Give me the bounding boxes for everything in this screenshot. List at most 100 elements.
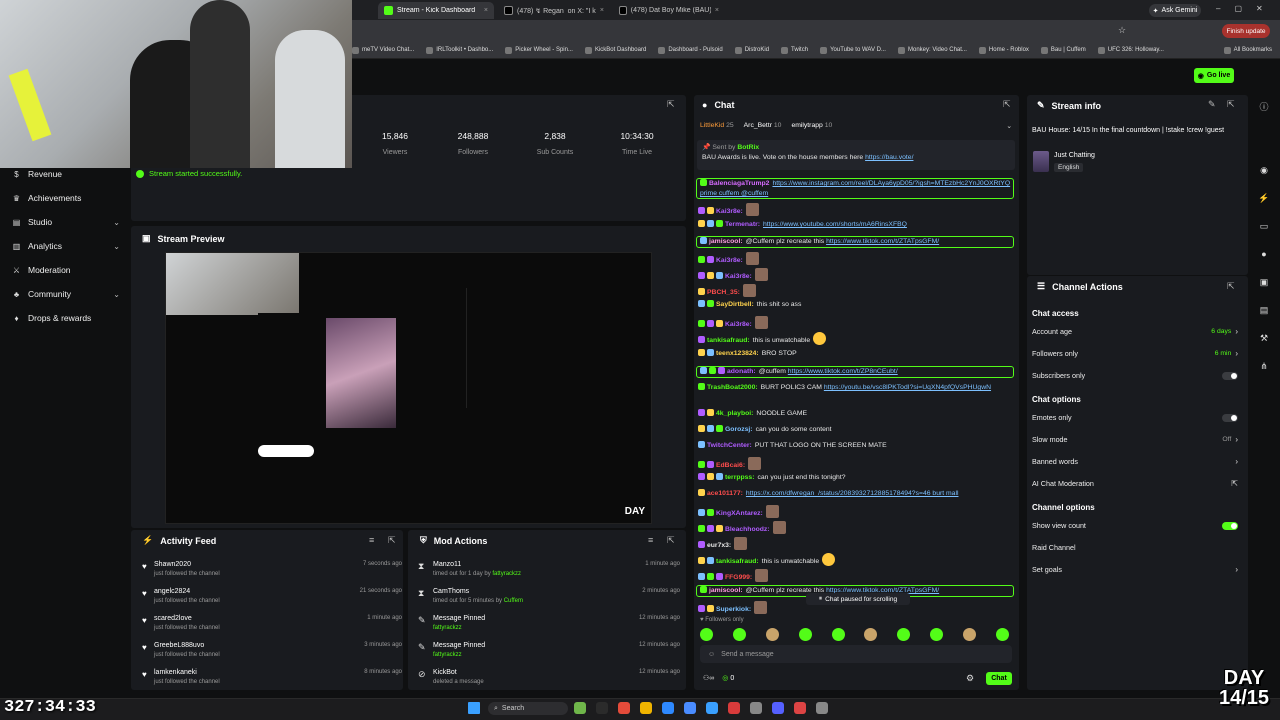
chevron-down-icon[interactable]: ⌄ xyxy=(113,242,120,251)
bolt-icon[interactable]: ⚡ xyxy=(1258,193,1270,205)
chat-message[interactable]: KingXAntarez: xyxy=(698,505,1016,519)
setting-account-age[interactable]: Account age 6 days › xyxy=(1032,327,1238,336)
setting-ai-chat-moderation[interactable]: AI Chat Moderation ⇱ xyxy=(1032,479,1238,488)
chat-message[interactable]: FFG999: xyxy=(698,569,1016,583)
edit-icon[interactable]: ✎ xyxy=(1208,99,1216,110)
chat-message[interactable]: jamiscool: @Cuffem plz recreate this http… xyxy=(696,236,1014,248)
setting-show-view-count[interactable]: Show view count xyxy=(1032,521,1238,530)
points-icon[interactable]: ◎ 0 xyxy=(722,674,734,682)
emote-icon[interactable] xyxy=(930,628,944,641)
bookmark-item[interactable]: Dashboard - Pulsoid xyxy=(658,46,723,54)
chat-input[interactable]: ☺ Send a message xyxy=(700,645,1012,663)
setting-subscribers-only[interactable]: Subscribers only xyxy=(1032,371,1238,380)
filter-icon[interactable]: ≡ xyxy=(648,535,653,545)
setting-set-goals[interactable]: Set goals › xyxy=(1032,565,1238,574)
go-live-button[interactable]: ◉ Go live xyxy=(1194,68,1234,83)
mod-action-row[interactable]: ✎ Message Pinned fattyrackzz 12 minutes ag… xyxy=(418,642,680,666)
chevron-right-icon[interactable]: › xyxy=(1235,435,1238,444)
hammer-icon[interactable]: ⚒ xyxy=(1258,333,1270,345)
sidebar-item-drops-rewards[interactable]: ♦ Drops & rewards xyxy=(12,313,120,323)
setting-slow-mode[interactable]: Slow mode Off › xyxy=(1032,435,1238,444)
popout-icon[interactable]: ⇱ xyxy=(388,535,396,546)
setting-raid-channel[interactable]: Raid Channel xyxy=(1032,543,1238,552)
bookmark-item[interactable]: Monkey: Video Chat... xyxy=(897,46,967,54)
bookmark-item[interactable]: Bau | Cuffem xyxy=(1040,46,1086,54)
bag-icon[interactable]: ▣ xyxy=(1258,277,1270,289)
chat-message[interactable]: 4k_playboi: NOODLE GAME xyxy=(698,409,1016,419)
toggle-switch[interactable] xyxy=(1222,521,1238,530)
note-icon[interactable]: ▭ xyxy=(1258,221,1270,233)
chat-message[interactable]: TwitchCenter: PUT THAT LOGO ON THE SCREEN… xyxy=(698,441,1016,451)
task-view-icon[interactable] xyxy=(596,702,608,714)
chat-message[interactable]: terrppss: can you just end this tonight? xyxy=(698,473,1016,483)
activity-row[interactable]: ♥ GreebeL888uvo just followed the channel 3… xyxy=(142,642,402,666)
mod-action-row[interactable]: ⧗ CamThoms timed out for 5 minutes by Cuff… xyxy=(418,588,680,612)
chat-message[interactable]: Bleachhoodz: xyxy=(698,521,1016,535)
app-icon[interactable] xyxy=(772,702,784,714)
external-link-icon[interactable]: ⇱ xyxy=(1231,479,1238,488)
emote-icon[interactable] xyxy=(995,628,1009,641)
chat-message[interactable]: SayDirtbell: this shit so ass xyxy=(698,300,1016,310)
bookmark-item[interactable]: KickBot Dashboard xyxy=(584,46,646,54)
sidebar-item-revenue[interactable]: $ Revenue xyxy=(12,169,120,179)
widget-icon[interactable] xyxy=(574,702,586,714)
network-icon[interactable]: ⋔ xyxy=(1258,361,1270,373)
chat-message[interactable]: EdBcai6: xyxy=(698,457,1016,471)
chat-message[interactable]: adonath: @cuffem https://www.tiktok.com/t… xyxy=(696,366,1014,378)
bookmark-item[interactable]: meTV Video Chat... xyxy=(352,46,414,54)
window-controls[interactable]: –▢✕ xyxy=(1216,4,1277,13)
app-icon[interactable] xyxy=(706,702,718,714)
chat-message[interactable]: BalenciagaTrump2 https://www.instagram.co… xyxy=(696,178,1014,199)
browser-tab[interactable]: (478) Dat Boy Mike (BAU) BAN× xyxy=(613,2,725,19)
bookmark-item[interactable]: YouTube to WAV D... xyxy=(820,46,886,54)
chevron-down-icon[interactable]: ⌄ xyxy=(113,218,120,227)
emote-icon[interactable] xyxy=(963,628,976,641)
pinned-message[interactable]: 📌 Sent by BotRix BAU Awards is live. Vot… xyxy=(697,140,1015,170)
emote-icon[interactable] xyxy=(732,628,746,641)
browser-tab[interactable]: Stream - Kick Dashboard × xyxy=(378,2,494,19)
setting-banned-words[interactable]: Banned words › xyxy=(1032,457,1238,466)
bookmark-item[interactable]: Home - Roblox xyxy=(978,46,1029,54)
popout-icon[interactable]: ⇱ xyxy=(667,99,675,110)
sidebar-item-community[interactable]: ♣ Community ⌄ xyxy=(12,289,120,299)
bookmark-item[interactable]: DistroKid xyxy=(734,46,769,54)
chat-message[interactable]: Kai3r8e: xyxy=(698,203,1016,217)
emote-icon[interactable] xyxy=(700,628,713,641)
app-icon[interactable] xyxy=(750,702,762,714)
store-icon[interactable] xyxy=(684,702,696,714)
taskbar-search[interactable]: ⌕ Search xyxy=(488,702,568,715)
server-icon[interactable]: ▤ xyxy=(1258,305,1270,317)
chevron-right-icon[interactable]: › xyxy=(1235,349,1238,358)
send-chat-button[interactable]: Chat xyxy=(986,672,1012,685)
bookmark-item[interactable]: Twitch xyxy=(781,46,808,54)
users-icon[interactable]: ⚇∞ xyxy=(703,674,714,682)
emote-bar[interactable] xyxy=(700,628,1012,641)
sidebar-item-achievements[interactable]: ♛ Achievements xyxy=(12,193,120,203)
mod-action-row[interactable]: ⧗ Manzo11 timed out for 1 day by fattyrack… xyxy=(418,561,680,585)
app-icon[interactable] xyxy=(816,702,828,714)
chevron-down-icon[interactable]: ⌄ xyxy=(1006,122,1012,130)
top-chatter[interactable]: Arc_Bettr 10 xyxy=(744,122,782,130)
emote-icon[interactable] xyxy=(798,628,812,641)
chat-footer-icons[interactable]: ⚇∞ ◎ 0 xyxy=(703,674,734,682)
chat-message[interactable]: Termenatr: https://www.youtube.com/shorts… xyxy=(698,220,1016,230)
toggle-switch[interactable] xyxy=(1222,413,1238,422)
edge-icon[interactable] xyxy=(662,702,674,714)
close-icon[interactable]: × xyxy=(484,7,488,14)
chevron-down-icon[interactable]: ⌄ xyxy=(113,290,120,299)
emote-icon[interactable] xyxy=(765,628,779,641)
chevron-right-icon[interactable]: › xyxy=(1235,327,1238,336)
bookmark-item[interactable]: Picker Wheel - Spin... xyxy=(505,46,573,54)
close-icon[interactable]: × xyxy=(600,7,604,14)
chat-message[interactable]: eur7x3: xyxy=(698,537,1016,551)
mod-action-row[interactable]: ⊘ KickBot deleted a message 12 minutes ago xyxy=(418,669,680,693)
camera-icon[interactable]: ◉ xyxy=(1258,165,1270,177)
popout-icon[interactable]: ⇱ xyxy=(1227,99,1235,110)
star-icon[interactable]: ☆ xyxy=(1118,25,1126,36)
close-icon[interactable]: × xyxy=(715,7,719,14)
folder-icon[interactable] xyxy=(640,702,652,714)
chat-message[interactable]: tankisafraud: this is unwatchable xyxy=(698,553,1016,567)
chat-paused-indicator[interactable]: ⏸ Chat paused for scrolling xyxy=(806,593,910,605)
ask-gemini-button[interactable]: ✦ Ask Gemini xyxy=(1149,4,1201,17)
chat-message[interactable]: TrashBoat2000: BURT POLIC3 CAM https://yo… xyxy=(698,383,1016,404)
